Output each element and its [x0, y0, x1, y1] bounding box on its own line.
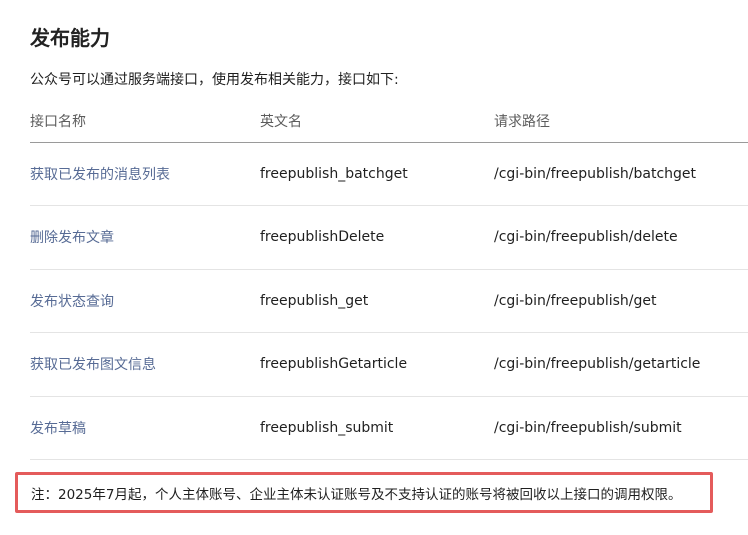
api-name-cell: 删除发布文章	[30, 205, 260, 270]
api-link-delete[interactable]: 删除发布文章	[30, 230, 114, 246]
table-row: 发布草稿 freepublish_submit /cgi-bin/freepub…	[30, 396, 748, 460]
table-header: 接口名称 英文名 请求路径	[30, 100, 748, 143]
note-text: 注：2025年7月起，个人主体账号、企业主体未认证账号及不支持认证的账号将被回收…	[31, 486, 682, 503]
table-row: 发布状态查询 freepublish_get /cgi-bin/freepubl…	[30, 269, 748, 333]
api-name-cell: 获取已发布的消息列表	[30, 142, 260, 206]
table-row: 获取已发布图文信息 freepublishGetarticle /cgi-bin…	[30, 332, 748, 397]
api-link-get[interactable]: 发布状态查询	[30, 294, 114, 310]
column-header-path: 请求路径	[494, 100, 748, 143]
api-name-cell: 发布状态查询	[30, 269, 260, 333]
table-row: 获取已发布的消息列表 freepublish_batchget /cgi-bin…	[30, 142, 748, 206]
api-request-path: /cgi-bin/freepublish/batchget	[494, 142, 748, 206]
api-request-path: /cgi-bin/freepublish/getarticle	[494, 332, 748, 397]
api-link-submit[interactable]: 发布草稿	[30, 421, 86, 437]
intro-text: 公众号可以通过服务端接口，使用发布相关能力，接口如下:	[30, 72, 399, 88]
page-title: 发布能力	[30, 26, 110, 50]
table-body: 获取已发布的消息列表 freepublish_batchget /cgi-bin…	[30, 142, 748, 460]
api-english-name: freepublishGetarticle	[260, 332, 494, 397]
highlighted-note: 注：2025年7月起，个人主体账号、企业主体未认证账号及不支持认证的账号将被回收…	[15, 472, 713, 513]
api-link-getarticle[interactable]: 获取已发布图文信息	[30, 357, 156, 373]
api-english-name: freepublish_submit	[260, 396, 494, 460]
api-english-name: freepublish_get	[260, 269, 494, 333]
table-row: 删除发布文章 freepublishDelete /cgi-bin/freepu…	[30, 205, 748, 270]
column-header-english: 英文名	[260, 100, 494, 143]
api-english-name: freepublish_batchget	[260, 142, 494, 206]
api-table: 接口名称 英文名 请求路径 获取已发布的消息列表 freepublish_bat…	[30, 100, 748, 460]
api-name-cell: 获取已发布图文信息	[30, 332, 260, 397]
api-request-path: /cgi-bin/freepublish/delete	[494, 205, 748, 270]
api-name-cell: 发布草稿	[30, 396, 260, 460]
api-english-name: freepublishDelete	[260, 205, 494, 270]
api-link-batchget[interactable]: 获取已发布的消息列表	[30, 167, 170, 183]
api-request-path: /cgi-bin/freepublish/submit	[494, 396, 748, 460]
table-header-row: 接口名称 英文名 请求路径	[30, 100, 748, 143]
api-request-path: /cgi-bin/freepublish/get	[494, 269, 748, 333]
column-header-name: 接口名称	[30, 100, 260, 143]
